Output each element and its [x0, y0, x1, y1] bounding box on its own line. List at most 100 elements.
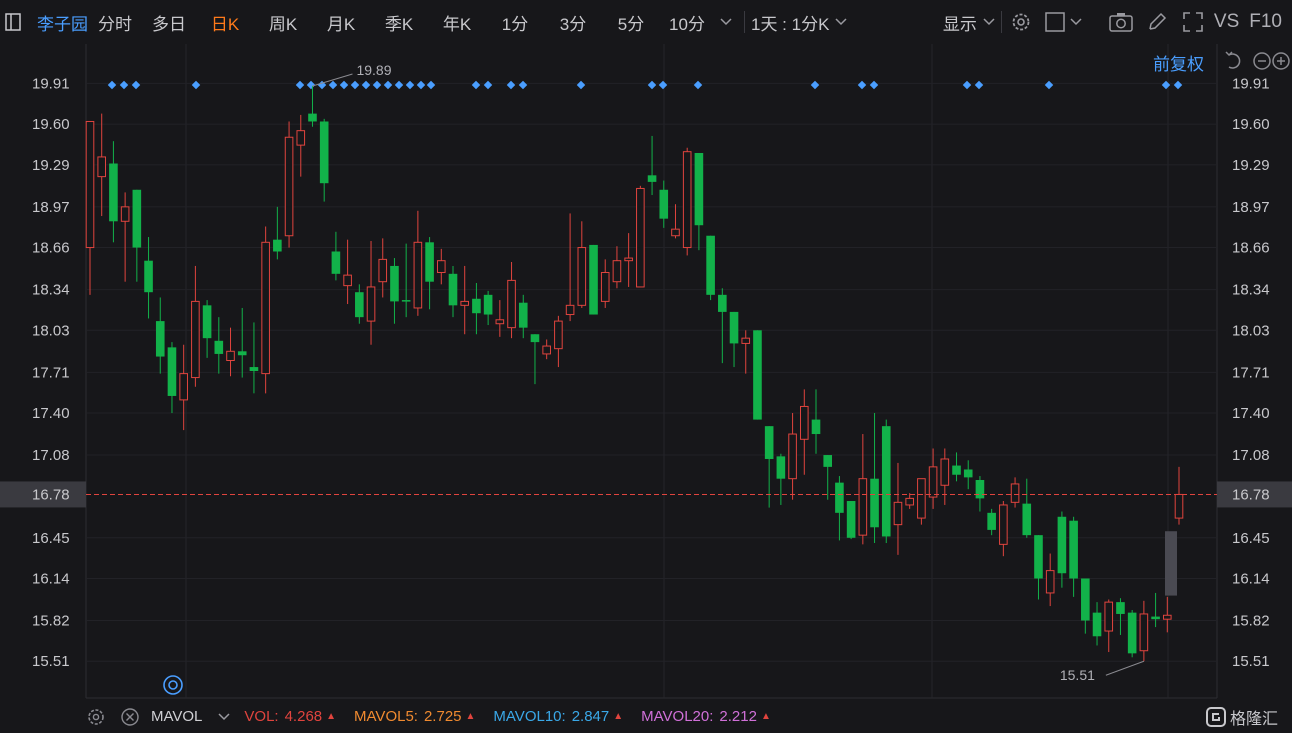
stock-name[interactable]: 李子园: [37, 0, 88, 44]
event-marker: [426, 80, 436, 90]
close-icon[interactable]: [119, 706, 141, 728]
tab-period-8[interactable]: 3分: [544, 0, 602, 44]
event-markers: [107, 80, 1183, 90]
candle-body: [764, 426, 774, 459]
draw-button[interactable]: [1144, 9, 1170, 35]
y-tick-label-right: 18.66: [1232, 240, 1270, 257]
candle: [319, 118, 329, 202]
y-tick-label-right: 19.91: [1232, 75, 1270, 92]
y-tick-label-left: 19.60: [32, 116, 70, 133]
tab-period-1[interactable]: 多日: [142, 0, 196, 44]
chevron-down-icon: [983, 18, 995, 26]
zoom-in-icon[interactable]: [1272, 52, 1290, 70]
y-tick-label-left: 18.66: [32, 240, 70, 257]
tab-period-9[interactable]: 5分: [602, 0, 660, 44]
event-marker: [328, 80, 338, 90]
y-axis-left: 19.91 19.60 19.29 18.97 18.66 18.34 18.03 17.71…: [0, 75, 86, 670]
event-marker: [518, 80, 528, 90]
indicator-select[interactable]: MAVOL: [151, 708, 230, 725]
candle: [1057, 511, 1067, 588]
candle: [565, 213, 575, 322]
candle: [776, 453, 786, 505]
candle-body: [565, 304, 575, 316]
settings-button[interactable]: [1008, 9, 1034, 35]
candle-body: [155, 321, 165, 357]
adjustment-button[interactable]: 前复权: [1153, 50, 1204, 75]
y-tick-label-left: 19.29: [32, 157, 70, 174]
candle: [963, 460, 973, 490]
combo-label: 1天 : 1分K: [751, 14, 830, 34]
gear-icon: [1012, 13, 1030, 31]
tab-period-10[interactable]: 10分: [660, 0, 714, 44]
candle: [507, 262, 516, 339]
candle: [343, 239, 352, 305]
candle-body: [893, 501, 903, 526]
display-menu[interactable]: 显示: [943, 0, 995, 44]
candle-body: [296, 130, 306, 146]
sidebar-toggle-button[interactable]: [0, 0, 26, 44]
candle-body: [390, 265, 399, 302]
candle: [425, 237, 434, 310]
tab-period-5[interactable]: 季K: [370, 0, 428, 44]
event-marker: [974, 80, 984, 90]
kline-chart[interactable]: 19.91 19.60 19.29 18.97 18.66 18.34 18.03 17.71…: [0, 44, 1292, 700]
candle: [741, 330, 751, 374]
candle-body: [600, 272, 610, 302]
chevron-down-icon: [218, 712, 230, 720]
candle-body: [1104, 601, 1114, 632]
candle-body: [1010, 483, 1020, 503]
event-marker: [416, 80, 426, 90]
candle: [1151, 592, 1160, 628]
candle: [331, 231, 341, 281]
vs-button[interactable]: VS: [1214, 0, 1239, 44]
candle: [518, 294, 528, 339]
candle: [144, 237, 153, 319]
candle: [1116, 598, 1125, 635]
tab-period-0[interactable]: 分时: [88, 0, 142, 44]
candle: [1127, 610, 1137, 658]
candle: [120, 192, 130, 282]
chevron-down-icon: [720, 18, 732, 26]
candle-body: [319, 121, 329, 184]
at-marker-icon[interactable]: [163, 675, 183, 695]
candle-body: [694, 153, 704, 226]
candle-body: [448, 273, 458, 306]
candle: [167, 342, 177, 414]
tab-period-7[interactable]: 1分: [486, 0, 544, 44]
candle: [390, 258, 399, 324]
candle-body: [518, 302, 528, 328]
more-periods-button[interactable]: [714, 0, 738, 44]
candle: [355, 284, 364, 324]
candle: [706, 235, 715, 301]
combo-select[interactable]: 1天 : 1分K: [751, 0, 847, 44]
candle: [1045, 553, 1055, 607]
candle-body: [284, 136, 294, 237]
candle: [202, 300, 212, 358]
tab-period-4[interactable]: 月K: [312, 0, 370, 44]
tab-period-3[interactable]: 周K: [254, 0, 312, 44]
candle: [401, 243, 411, 318]
screenshot-button[interactable]: [1108, 9, 1134, 35]
brand-name: 格隆汇: [1229, 710, 1278, 728]
y-tick-label-right: 18.03: [1232, 322, 1270, 339]
candle: [1092, 602, 1102, 646]
event-marker: [506, 80, 516, 90]
undo-icon[interactable]: [1225, 51, 1241, 69]
f10-button[interactable]: F10: [1249, 0, 1282, 44]
candle-body: [214, 340, 224, 354]
pencil-icon: [1149, 12, 1166, 30]
candle-body: [237, 351, 247, 356]
candle-body: [741, 337, 751, 344]
candle: [799, 389, 809, 475]
layout-button[interactable]: [1042, 9, 1068, 35]
candle-body: [132, 189, 142, 248]
candle-body: [811, 419, 821, 435]
tab-period-2[interactable]: 日K: [196, 0, 254, 44]
gear-icon[interactable]: [85, 706, 107, 728]
candle-body: [671, 228, 680, 237]
zoom-out-icon[interactable]: [1253, 52, 1271, 70]
y-tick-label-right: 19.60: [1232, 116, 1270, 133]
fullscreen-button[interactable]: [1180, 9, 1206, 35]
candle-body: [495, 319, 505, 325]
tab-period-6[interactable]: 年K: [428, 0, 486, 44]
